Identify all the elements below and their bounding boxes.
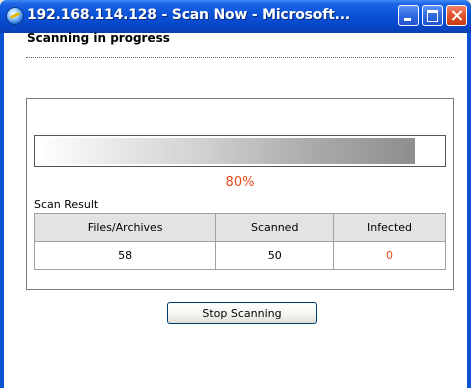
progress-fill (37, 138, 415, 164)
scanned-count: 50 (215, 241, 335, 270)
close-button[interactable] (446, 5, 467, 26)
files-count: 58 (33, 241, 217, 270)
table-row: 58 50 0 (33, 241, 446, 270)
scan-result-table: Files/Archives Scanned Infected 58 50 0 (33, 213, 446, 270)
window-title: 192.168.114.128 - Scan Now - Microsoft..… (27, 7, 350, 23)
progress-percent: 80% (225, 175, 255, 190)
infected-count: 0 (333, 241, 446, 270)
column-header-scanned: Scanned (215, 213, 335, 242)
stop-scanning-button[interactable]: Stop Scanning (167, 302, 317, 324)
column-header-files: Files/Archives (33, 213, 217, 242)
maximize-button[interactable] (422, 5, 443, 26)
title-bar[interactable]: 192.168.114.128 - Scan Now - Microsoft..… (0, 0, 471, 33)
column-header-infected: Infected (333, 213, 446, 242)
progress-bar (34, 135, 446, 167)
table-header-row: Files/Archives Scanned Infected (33, 213, 446, 242)
minimize-button[interactable] (398, 5, 419, 26)
scan-result-label: Scan Result (34, 198, 99, 211)
divider (26, 57, 454, 58)
ie-globe-icon (7, 8, 23, 24)
page-title: Scanning in progress (27, 31, 170, 45)
